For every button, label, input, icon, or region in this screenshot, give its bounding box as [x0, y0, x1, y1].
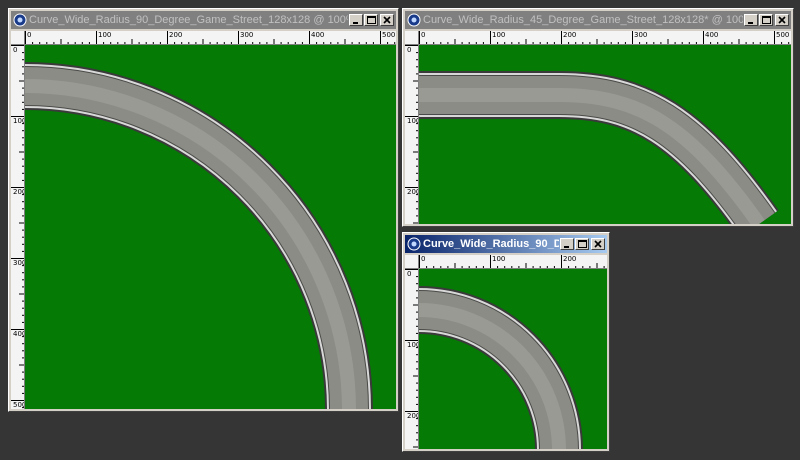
ruler-label: 200	[169, 31, 183, 39]
maximize-button[interactable]	[575, 238, 589, 250]
maximize-icon	[366, 16, 376, 24]
horizontal-ruler: 0 100 200	[419, 255, 607, 269]
maximize-button[interactable]	[364, 14, 378, 26]
image-canvas[interactable]	[419, 45, 791, 224]
minimize-icon	[748, 22, 753, 24]
close-icon	[594, 240, 602, 248]
ruler-label: 300	[240, 31, 254, 39]
ruler-corner	[405, 255, 419, 269]
ruler-label: 0	[407, 270, 412, 278]
close-button[interactable]	[380, 14, 394, 26]
vertical-ruler: 0 100 200 300 400 500	[11, 45, 25, 409]
ruler-label: 200	[563, 31, 577, 39]
close-button[interactable]	[591, 238, 605, 250]
ruler-label: 0	[27, 31, 32, 39]
paint-app-icon	[407, 13, 421, 27]
minimize-button[interactable]	[744, 14, 758, 26]
ruler-label: 200	[407, 412, 418, 420]
minimize-icon	[564, 246, 569, 248]
road-curve-90-image	[25, 45, 396, 409]
ruler-label: 400	[705, 31, 719, 39]
ruler-label: 200	[563, 255, 577, 263]
image-window-90-large[interactable]: Curve_Wide_Radius_90_Degree_Game_Street_…	[8, 8, 399, 412]
title-bar[interactable]: Curve_Wide_Radius_90_Degree_Game_Street_…	[11, 11, 396, 29]
road-curve-45-image	[419, 45, 791, 224]
ruler-label: 300	[634, 31, 648, 39]
ruler-label: 400	[311, 31, 325, 39]
horizontal-ruler: 0 100 200 300 400 500	[25, 31, 396, 45]
ruler-corner	[11, 31, 25, 45]
close-button[interactable]	[775, 14, 789, 26]
minimize-icon	[353, 22, 358, 24]
window-title: Curve_Wide_Radius_45_Degree_Game_Street_…	[423, 14, 743, 26]
ruler-label: 100	[492, 255, 506, 263]
paint-app-icon	[407, 237, 421, 251]
ruler-label: 100	[492, 31, 506, 39]
ruler-label: 500	[776, 31, 790, 39]
ruler-label: 0	[421, 31, 426, 39]
ruler-label: 0	[421, 255, 426, 263]
ruler-label: 500	[13, 401, 24, 409]
ruler-label: 200	[407, 188, 418, 196]
ruler-label: 0	[13, 46, 18, 54]
ruler-label: 500	[382, 31, 396, 39]
vertical-ruler: 0 100 200	[405, 269, 419, 449]
ruler-label: 0	[407, 46, 412, 54]
title-bar[interactable]: Curve_Wide_Radius_45_Degree_Game_Street_…	[405, 11, 791, 29]
ruler-label: 100	[13, 117, 24, 125]
ruler-label: 300	[13, 259, 24, 267]
ruler-label: 400	[13, 330, 24, 338]
maximize-button[interactable]	[759, 14, 773, 26]
horizontal-ruler: 0 100 200 300 400 500	[419, 31, 791, 45]
ruler-label: 100	[407, 341, 418, 349]
image-canvas[interactable]	[25, 45, 396, 409]
maximize-icon	[577, 240, 587, 248]
image-window-45[interactable]: Curve_Wide_Radius_45_Degree_Game_Street_…	[402, 8, 794, 227]
ruler-corner	[405, 31, 419, 45]
ruler-label: 100	[407, 117, 418, 125]
vertical-ruler: 0 100 200	[405, 45, 419, 224]
workspace-background: { "colors": { "workspace": "#353535", "g…	[0, 0, 800, 460]
maximize-icon	[761, 16, 771, 24]
window-title: Curve_Wide_Radius_90_Degree_Game_Street_…	[29, 14, 348, 26]
close-icon	[778, 16, 786, 24]
minimize-button[interactable]	[560, 238, 574, 250]
title-bar[interactable]: Curve_Wide_Radius_90_Degree_...	[405, 235, 607, 253]
minimize-button[interactable]	[349, 14, 363, 26]
image-canvas[interactable]	[419, 269, 607, 449]
window-title: Curve_Wide_Radius_90_Degree_...	[423, 238, 559, 250]
ruler-label: 200	[13, 188, 24, 196]
road-curve-90-small-image	[419, 269, 607, 449]
paint-app-icon	[13, 13, 27, 27]
close-icon	[383, 16, 391, 24]
ruler-label: 100	[98, 31, 112, 39]
image-window-90-small[interactable]: Curve_Wide_Radius_90_Degree_... 0 100 20…	[402, 232, 610, 452]
